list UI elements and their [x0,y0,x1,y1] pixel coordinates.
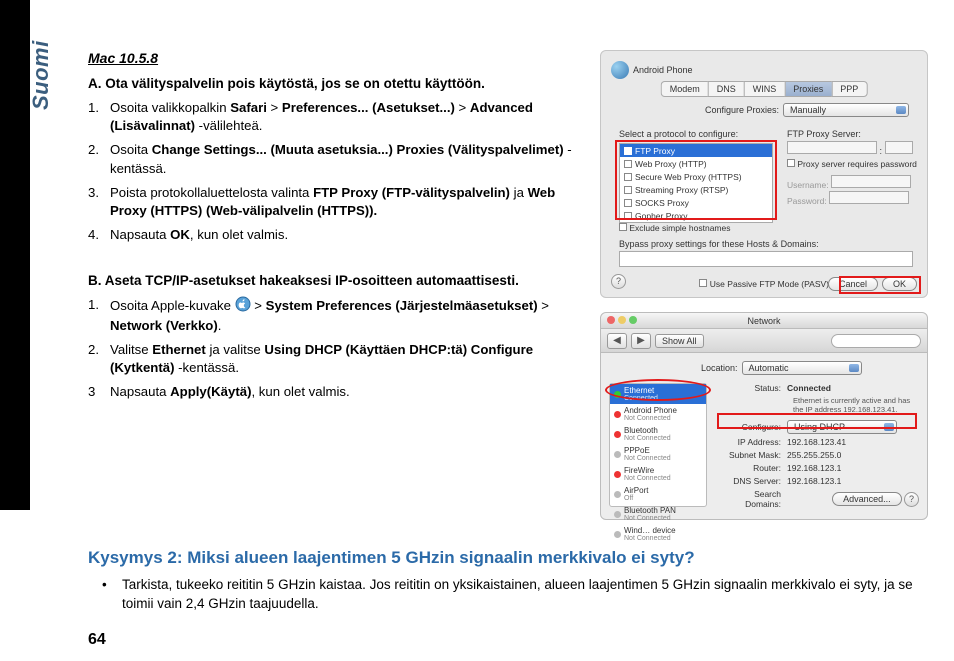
device-header: Android Phone [611,61,693,79]
status-desc: Ethernet is currently active and has the… [793,396,919,414]
ip-row: IP Address:192.168.123.41 [717,437,919,447]
main-text-column: Mac 10.5.8 A. Ota välityspalvelin pois k… [88,50,578,408]
status-row: Status:Connected [717,383,919,393]
checkbox-icon[interactable] [619,223,627,231]
mask-row: Subnet Mask:255.255.255.0 [717,450,919,460]
question-2-title: Kysymys 2: Miksi alueen laajentimen 5 GH… [88,548,918,568]
detail-panel: Status:Connected Ethernet is currently a… [717,383,919,507]
red-highlight-protocols [615,140,777,220]
service-airport[interactable]: AirPortOff [610,484,706,504]
step-b1: 1.Osoita Apple-kuvake > System Preferenc… [88,296,578,335]
configure-proxies-row: Configure Proxies: Manually [705,103,909,117]
section-a-title: A. Ota välityspalvelin pois käytöstä, jo… [88,76,578,91]
traffic-lights [607,316,637,324]
requires-pwd-row: Proxy server requires password [787,159,917,169]
tab-modem[interactable]: Modem [661,81,708,97]
username-row: Username: [787,175,911,190]
search-field[interactable] [831,334,921,348]
service-bluetooth[interactable]: BluetoothNot Connected [610,424,706,444]
bypass-label: Bypass proxy settings for these Hosts & … [619,239,819,249]
passive-row: Use Passive FTP Mode (PASV) [699,279,829,289]
exclude-row: Exclude simple hostnames [619,223,730,233]
status-dot-icon [614,511,621,518]
zoom-icon[interactable] [629,316,637,324]
proxy-port-field[interactable] [885,141,913,154]
toolbar: ◀ ▶ Show All [601,329,927,353]
question-2-bullet: Tarkista, tukeeko reititin 5 GHzin kaist… [88,576,918,614]
black-margin-bar [0,0,30,510]
proxy-server-field-row: : [787,141,913,156]
configure-proxies-label: Configure Proxies: [705,105,779,115]
password-field [829,191,909,204]
status-dot-icon [614,531,621,538]
service-btpan[interactable]: Bluetooth PANNot Connected [610,504,706,524]
forward-button[interactable]: ▶ [631,333,651,349]
step-b3: 3Napsauta Apply(Käytä), kun olet valmis. [88,383,578,401]
question-2-list: Tarkista, tukeeko reititin 5 GHzin kaist… [88,576,918,614]
step-a4: 4.Napsauta OK, kun olet valmis. [88,226,578,244]
proxy-host-field[interactable] [787,141,877,154]
status-dot-icon [614,411,621,418]
status-dot-icon [614,491,621,498]
network-prefpane: Network ◀ ▶ Show All Location: Automatic… [600,312,928,520]
username-field [831,175,911,188]
tab-proxies[interactable]: Proxies [784,81,831,97]
location-select[interactable]: Automatic [742,361,862,375]
minimize-icon[interactable] [618,316,626,324]
configure-proxies-select[interactable]: Manually [783,103,909,117]
apple-logo-icon [235,296,251,317]
step-b2: 2.Valitse Ethernet ja valitse Using DHCP… [88,341,578,377]
step-a3: 3.Poista protokollaluettelosta valinta F… [88,184,578,220]
checkbox-icon[interactable] [699,279,707,287]
globe-icon [611,61,629,79]
service-wind[interactable]: Wind… deviceNot Connected [610,524,706,544]
window-title: Network [747,316,780,326]
advanced-button[interactable]: Advanced... [832,492,902,506]
section-a-steps: 1.Osoita valikkopalkin Safari > Preferen… [88,99,578,245]
password-row: Password: [787,191,909,206]
page-number: 64 [88,631,106,649]
dns-row: DNS Server:192.168.123.1 [717,476,919,486]
section-b-title: B. Aseta TCP/IP-asetukset hakeaksesi IP-… [88,273,578,288]
step-a1: 1.Osoita valikkopalkin Safari > Preferen… [88,99,578,135]
show-all-button[interactable]: Show All [655,334,704,348]
router-row: Router:192.168.123.1 [717,463,919,473]
question-2-block: Kysymys 2: Miksi alueen laajentimen 5 GH… [88,548,918,614]
os-heading: Mac 10.5.8 [88,50,578,66]
service-pppoe[interactable]: PPPoENot Connected [610,444,706,464]
help-icon[interactable]: ? [611,274,626,289]
proxy-server-label: FTP Proxy Server: [787,129,861,139]
tab-dns[interactable]: DNS [708,81,744,97]
device-name: Android Phone [633,65,693,75]
tab-wins[interactable]: WINS [744,81,785,97]
status-dot-icon [614,431,621,438]
services-sidebar: EthernetConnected Android PhoneNot Conne… [609,383,707,507]
window-titlebar: Network [601,313,927,329]
red-highlight-ethernet [605,379,711,401]
language-label: Suomi [28,40,54,110]
proxies-dialog: Android Phone Modem DNS WINS Proxies PPP… [600,50,928,298]
location-row: Location: Automatic [701,361,862,375]
red-highlight-configure [717,413,917,429]
location-label: Location: [701,363,738,373]
back-button[interactable]: ◀ [607,333,627,349]
select-protocol-label: Select a protocol to configure: [619,129,738,139]
step-a2: 2.Osoita Change Settings... (Muuta asetu… [88,141,578,177]
status-dot-icon [614,471,621,478]
close-icon[interactable] [607,316,615,324]
bypass-field[interactable] [619,251,913,267]
service-android[interactable]: Android PhoneNot Connected [610,404,706,424]
red-highlight-buttons [839,276,921,294]
status-dot-icon [614,451,621,458]
tab-bar: Modem DNS WINS Proxies PPP [661,81,868,97]
service-firewire[interactable]: FireWireNot Connected [610,464,706,484]
tab-ppp[interactable]: PPP [831,81,867,97]
help-icon[interactable]: ? [904,492,919,507]
section-b-steps: 1.Osoita Apple-kuvake > System Preferenc… [88,296,578,402]
checkbox-icon[interactable] [787,159,795,167]
